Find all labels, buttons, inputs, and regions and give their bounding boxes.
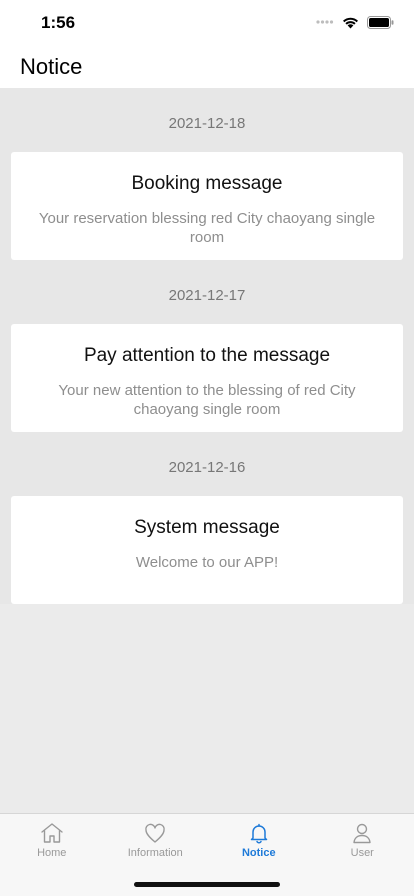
nav-header: Notice	[0, 44, 414, 88]
notice-date: 2021-12-17	[168, 287, 246, 304]
tab-label: Information	[127, 847, 183, 859]
notice-title: System message	[134, 517, 280, 538]
battery-icon	[367, 15, 394, 29]
home-icon	[41, 823, 63, 843]
status-icons	[316, 14, 394, 30]
page-title: Notice	[20, 54, 83, 79]
notice-card-booking[interactable]: Booking message Your reservation blessin…	[11, 152, 403, 260]
tab-home[interactable]: Home	[0, 814, 104, 864]
tab-label: Home	[37, 847, 67, 859]
tab-label: Notice	[241, 847, 276, 859]
notice-date: 2021-12-16	[168, 459, 246, 476]
tab-label: User	[350, 847, 374, 859]
notice-card-attention[interactable]: Pay attention to the message Your new at…	[11, 324, 403, 432]
heart-icon	[145, 823, 166, 843]
notice-body: Your new attention to the blessing of re…	[58, 382, 356, 418]
notice-date: 2021-12-18	[168, 115, 246, 132]
status-bar: 1:56	[0, 0, 414, 44]
cellular-signal-icon	[316, 20, 334, 24]
home-indicator	[134, 882, 280, 887]
user-icon	[353, 823, 371, 844]
tab-user[interactable]: User	[311, 814, 414, 864]
notice-body: Your reservation blessing red City chaoy…	[38, 210, 376, 246]
empty-area	[0, 604, 414, 813]
tab-notice[interactable]: Notice	[207, 814, 311, 864]
notice-body: Welcome to our APP!	[135, 554, 279, 571]
wifi-icon	[343, 17, 358, 28]
notice-card-system[interactable]: System message Welcome to our APP!	[11, 496, 403, 604]
notice-title: Booking message	[131, 173, 283, 194]
tab-information[interactable]: Information	[104, 814, 208, 864]
notice-list: 2021-12-18 Booking message Your reservat…	[0, 88, 414, 604]
notice-title: Pay attention to the message	[83, 345, 331, 366]
status-time: 1:56	[41, 13, 76, 32]
bell-icon	[250, 823, 267, 844]
